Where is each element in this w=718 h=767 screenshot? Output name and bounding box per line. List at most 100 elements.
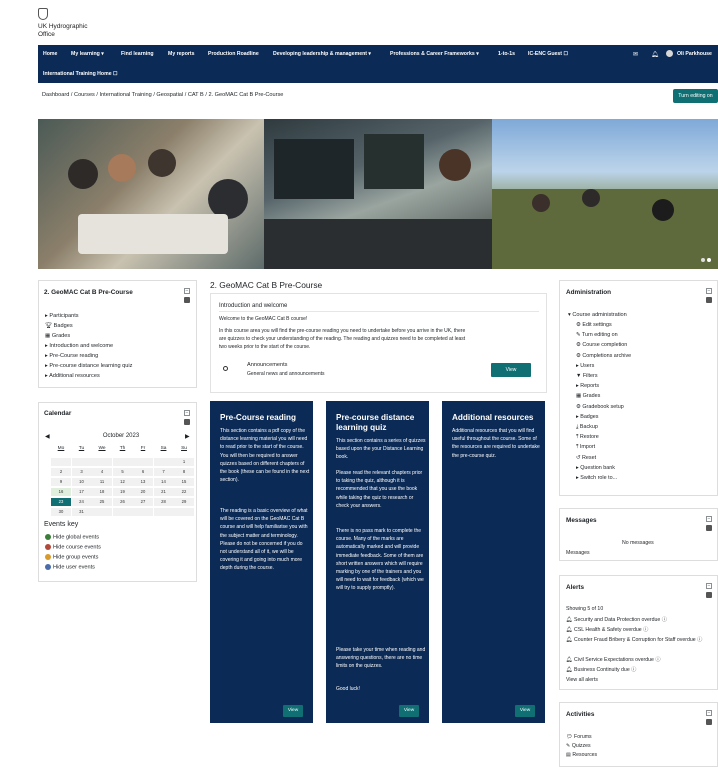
calendar-day[interactable]: 18	[92, 488, 112, 496]
calendar-day[interactable]: 25	[92, 498, 112, 506]
messages-link[interactable]: Messages	[566, 550, 590, 556]
calendar-day[interactable]: 10	[71, 478, 92, 486]
block-collapse-icon[interactable]: −	[184, 288, 190, 294]
alert-item[interactable]: 🔔︎ Business Continuity due ⓘ	[566, 666, 636, 673]
calendar-day[interactable]: 5	[112, 468, 133, 476]
calendar-day[interactable]: 8	[174, 468, 194, 476]
nav-ic-enc-guest[interactable]: IC-ENC Guest ☐	[528, 51, 568, 57]
calendar-day[interactable]: 23	[51, 498, 71, 506]
block-menu-icon[interactable]	[706, 719, 712, 725]
block-collapse-icon[interactable]: −	[706, 583, 712, 589]
calendar-day[interactable]: 3	[71, 468, 92, 476]
breadcrumb[interactable]: Dashboard / Courses / International Trai…	[42, 92, 283, 98]
block-collapse-icon[interactable]: −	[706, 516, 712, 522]
view-all-alerts-link[interactable]: View all alerts	[566, 677, 598, 683]
bell-icon[interactable]: 🔔︎	[651, 51, 659, 58]
admin-item[interactable]: ✎ Turn editing on	[576, 332, 618, 338]
calendar-day[interactable]: 1	[174, 458, 194, 466]
alert-item[interactable]: 🔔︎ Civil Service Expectations overdue ⓘ	[566, 656, 661, 663]
card-pre-course-quiz[interactable]: Pre-course distance learning quiz This s…	[326, 401, 429, 723]
card-additional-resources[interactable]: Additional resources Additional resource…	[442, 401, 545, 723]
admin-item[interactable]: ⚙ Completions archive	[576, 353, 631, 359]
carousel-dot-active[interactable]	[707, 258, 711, 262]
event-toggle-global[interactable]: Hide global events	[45, 534, 99, 540]
nav-developing-leadership[interactable]: Developing leadership & management ▾	[273, 51, 371, 57]
course-administration-heading[interactable]: ▾ Course administration	[568, 312, 627, 318]
course-nav-reading[interactable]: ▸ Pre-Course reading	[45, 353, 98, 359]
activity-quizzes[interactable]: ✎ Quizzes	[566, 743, 591, 749]
block-menu-icon[interactable]	[706, 592, 712, 598]
course-nav-resources[interactable]: ▸ Additional resources	[45, 373, 100, 379]
block-collapse-icon[interactable]: −	[706, 288, 712, 294]
avatar[interactable]	[666, 50, 673, 57]
admin-item[interactable]: ⤒ Restore	[576, 434, 599, 441]
event-toggle-user[interactable]: Hide user events	[45, 564, 95, 570]
admin-item[interactable]: ▸ Badges	[576, 414, 599, 420]
card-view-button[interactable]: View	[399, 705, 419, 717]
calendar-day[interactable]: 26	[112, 498, 133, 506]
alert-item[interactable]: 🔔︎ Counter Fraud Bribery & Corruption fo…	[566, 636, 716, 645]
turn-editing-on-button[interactable]: Turn editing on	[673, 89, 718, 103]
completion-radio[interactable]	[223, 366, 228, 371]
calendar-day[interactable]: 30	[51, 508, 71, 516]
nav-my-reports[interactable]: My reports	[168, 51, 195, 57]
alert-item[interactable]: 🔔︎ CSL Health & Safety overdue ⓘ	[566, 626, 648, 633]
calendar-day[interactable]: 11	[92, 478, 112, 486]
calendar-day[interactable]: 4	[92, 468, 112, 476]
calendar-day[interactable]: 27	[133, 498, 153, 506]
calendar-day[interactable]: 31	[71, 508, 92, 516]
nav-professions[interactable]: Professions & Career Frameworks ▾	[390, 51, 479, 57]
activity-resources[interactable]: ▤ Resources	[566, 752, 597, 758]
nav-international-training-home[interactable]: International Training Home ☐	[43, 71, 118, 77]
calendar-day[interactable]: 2	[51, 468, 71, 476]
nav-production-roadline[interactable]: Production Roadline	[208, 51, 259, 57]
nav-find-learning[interactable]: Find learning	[121, 51, 154, 57]
site-logo[interactable]: UK Hydrographic Office	[38, 8, 158, 38]
calendar-day[interactable]: 14	[153, 478, 174, 486]
course-nav-badges[interactable]: 🏆︎ Badges	[45, 323, 73, 329]
nav-my-learning[interactable]: My learning ▾	[71, 51, 104, 57]
admin-item[interactable]: ▦ Grades	[576, 393, 600, 399]
admin-item[interactable]: ↺ Reset	[576, 455, 596, 461]
message-icon[interactable]: ✉	[633, 51, 638, 58]
calendar-day[interactable]: 29	[174, 498, 194, 506]
calendar-day[interactable]: 13	[133, 478, 153, 486]
admin-item[interactable]: ▸ Switch role to...	[576, 475, 617, 481]
block-collapse-icon[interactable]: −	[184, 410, 190, 416]
calendar-day[interactable]: 16	[51, 488, 71, 496]
block-menu-icon[interactable]	[184, 297, 190, 303]
carousel-dot[interactable]	[701, 258, 705, 262]
calendar-next-icon[interactable]: ▶	[185, 433, 190, 440]
admin-item[interactable]: ▸ Users	[576, 363, 594, 369]
alert-item[interactable]: 🔔︎ Security and Data Protection overdue …	[566, 616, 667, 623]
admin-item[interactable]: ⚙ Edit settings	[576, 322, 612, 328]
calendar-day[interactable]: 22	[174, 488, 194, 496]
admin-item[interactable]: ⚙ Gradebook setup	[576, 404, 624, 410]
admin-item[interactable]: ▸ Reports	[576, 383, 599, 389]
announcements-view-button[interactable]: View	[491, 363, 531, 377]
course-nav-participants[interactable]: ▸ Participants	[45, 313, 79, 319]
block-menu-icon[interactable]	[184, 419, 190, 425]
block-collapse-icon[interactable]: −	[706, 710, 712, 716]
admin-item[interactable]: ⤒ Import	[576, 444, 595, 451]
calendar-day[interactable]: 15	[174, 478, 194, 486]
block-menu-icon[interactable]	[706, 525, 712, 531]
admin-item[interactable]: ⤓ Backup	[576, 424, 598, 431]
admin-item[interactable]: ▸ Question bank	[576, 465, 615, 471]
announcements-link[interactable]: Announcements	[247, 362, 287, 368]
calendar-day[interactable]: 19	[112, 488, 133, 496]
calendar-day[interactable]: 6	[133, 468, 153, 476]
event-toggle-course[interactable]: Hide course events	[45, 544, 101, 550]
calendar-day[interactable]: 24	[71, 498, 92, 506]
course-nav-introduction[interactable]: ▸ Introduction and welcome	[45, 343, 113, 349]
calendar-prev-icon[interactable]: ◀	[45, 433, 50, 440]
course-banner-carousel[interactable]	[38, 119, 718, 269]
event-toggle-group[interactable]: Hide group events	[45, 554, 98, 560]
calendar-day[interactable]: 9	[51, 478, 71, 486]
course-nav-grades[interactable]: ▦ Grades	[45, 333, 70, 339]
block-menu-icon[interactable]	[706, 297, 712, 303]
card-pre-course-reading[interactable]: Pre-Course reading This section contains…	[210, 401, 313, 723]
calendar-day[interactable]: 20	[133, 488, 153, 496]
admin-item[interactable]: ▼ Filters	[576, 373, 598, 379]
calendar-day[interactable]: 21	[153, 488, 174, 496]
